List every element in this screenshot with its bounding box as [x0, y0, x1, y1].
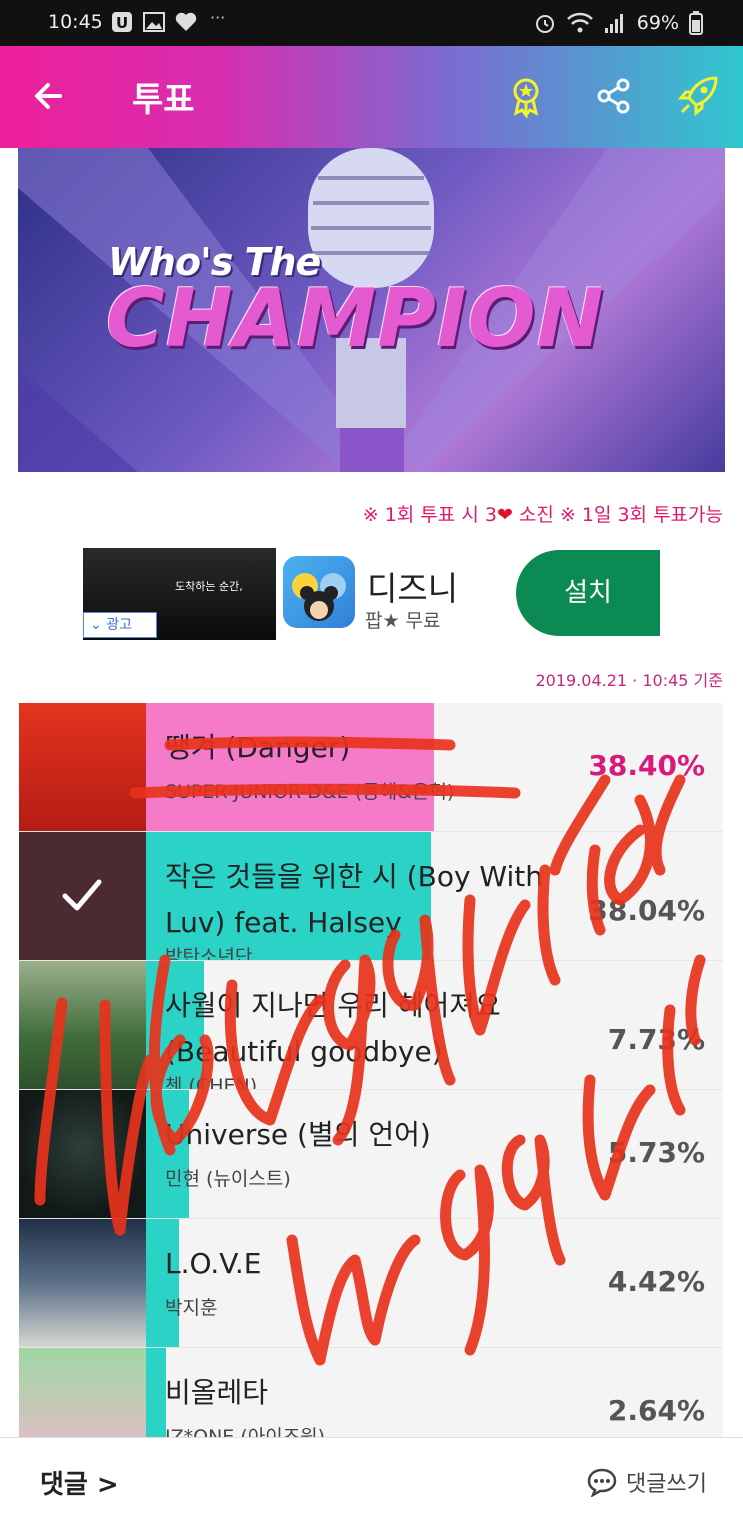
chevron-down-icon: ⌄: [90, 617, 102, 633]
song-title: L.O.V.E: [165, 1247, 262, 1280]
award-badge-icon[interactable]: [504, 74, 548, 118]
album-thumbnail: [19, 961, 146, 1089]
artist-name: 박지훈: [165, 1297, 218, 1319]
vote-percent: 4.42%: [607, 1265, 705, 1298]
candidate-row[interactable]: L.O.V.E 박지훈 4.42%: [19, 1219, 723, 1348]
song-title: 작은 것들을 위한 시 (Boy With Luv) feat. Halsey: [165, 860, 543, 939]
banner-title-line2: CHAMPION: [106, 272, 605, 365]
back-arrow-icon[interactable]: [30, 76, 70, 116]
battery-percent: 69%: [636, 12, 679, 34]
speech-bubble-icon: [587, 1468, 617, 1497]
ad-label[interactable]: ⌄ 광고: [83, 612, 157, 638]
notice-text-1: ※ 1회 투표 시 3: [362, 504, 497, 526]
wifi-icon: [566, 12, 593, 33]
heart-icon: [175, 12, 197, 31]
album-thumbnail: [19, 1090, 146, 1218]
song-title: 비올레타: [165, 1376, 269, 1409]
candidate-row[interactable]: 사월이 지나면 우리 헤어져요 (Beautiful goodbye) 첸 (CH…: [19, 961, 723, 1090]
rocket-icon[interactable]: [676, 74, 720, 118]
ad-video-caption: 도착하는 순간,: [175, 580, 243, 593]
more-notifications-icon: ···: [210, 8, 226, 27]
status-bar: 10:45 U ··· 69%: [0, 0, 743, 46]
song-title: Universe (별의 언어): [165, 1118, 431, 1151]
album-thumbnail: [19, 1219, 146, 1347]
app-notification-icon: U: [112, 12, 132, 32]
comments-link[interactable]: 댓글 >: [40, 1464, 119, 1501]
song-title: 사월이 지나면 우리 헤어져요 (Beautiful goodbye): [165, 989, 501, 1068]
vote-percent: 38.40%: [588, 749, 705, 782]
status-time: 10:45: [48, 11, 103, 33]
game-app-icon[interactable]: [283, 556, 355, 628]
notice-text-2: 소진 ※ 1일 3회 투표가능: [512, 504, 723, 526]
write-comment-label: 댓글쓰기: [626, 1472, 707, 1497]
artist-name: 방탄소년단: [165, 946, 253, 961]
write-comment-button[interactable]: 댓글쓰기: [586, 1466, 707, 1498]
artist-name: 첸 (CHEN): [165, 1075, 258, 1090]
candidate-row[interactable]: 땡겨 (Danger) SUPER JUNIOR-D&E (동해&은혁) 38.40…: [19, 703, 723, 832]
vote-percent: 38.04%: [588, 894, 705, 927]
candidate-row[interactable]: Universe (별의 언어) 민현 (뉴이스트) 5.73%: [19, 1090, 723, 1219]
ad-label-text: 광고: [106, 617, 132, 633]
album-thumbnail: [19, 703, 146, 831]
share-icon[interactable]: [592, 74, 636, 118]
selected-check-icon: [62, 879, 102, 911]
song-title: 땡겨 (Danger): [165, 731, 351, 764]
vote-percent: 7.73%: [607, 1023, 705, 1056]
vote-notice: ※ 1회 투표 시 3❤ 소진 ※ 1일 3회 투표가능: [363, 500, 723, 527]
ad-banner[interactable]: 도착하는 순간, ⌄ 광고 디즈니 팝★ 무료 설치: [83, 548, 660, 640]
ad-app-name: 디즈니: [367, 569, 459, 608]
image-icon: [143, 12, 165, 32]
app-header: 투표: [0, 46, 743, 148]
timestamp: 2019.04.21 · 10:45 기준: [535, 671, 723, 690]
vote-percent: 2.64%: [607, 1394, 705, 1427]
vote-percent: 5.73%: [607, 1136, 705, 1169]
heart-icon: ❤: [496, 504, 513, 526]
install-button[interactable]: 설치: [516, 550, 660, 636]
candidate-row[interactable]: 작은 것들을 위한 시 (Boy With Luv) feat. Halsey 방…: [19, 832, 723, 961]
page-title: 투표: [132, 80, 195, 120]
svg-text:U: U: [116, 14, 128, 32]
event-banner[interactable]: Who's The CHAMPION: [18, 148, 725, 472]
alarm-icon: [535, 15, 554, 33]
battery-icon: [689, 11, 703, 35]
artist-name: 민현 (뉴이스트): [165, 1168, 291, 1190]
candidate-list: 땡겨 (Danger) SUPER JUNIOR-D&E (동해&은혁) 38.40…: [19, 703, 723, 1477]
artist-name: SUPER JUNIOR-D&E (동해&은혁): [165, 781, 455, 803]
ad-app-sub: 팝★ 무료: [365, 610, 441, 632]
signal-icon: [604, 14, 623, 33]
ad-video[interactable]: 도착하는 순간, ⌄ 광고: [83, 548, 276, 640]
comment-bar: 댓글 > 댓글쓰기: [0, 1437, 743, 1523]
